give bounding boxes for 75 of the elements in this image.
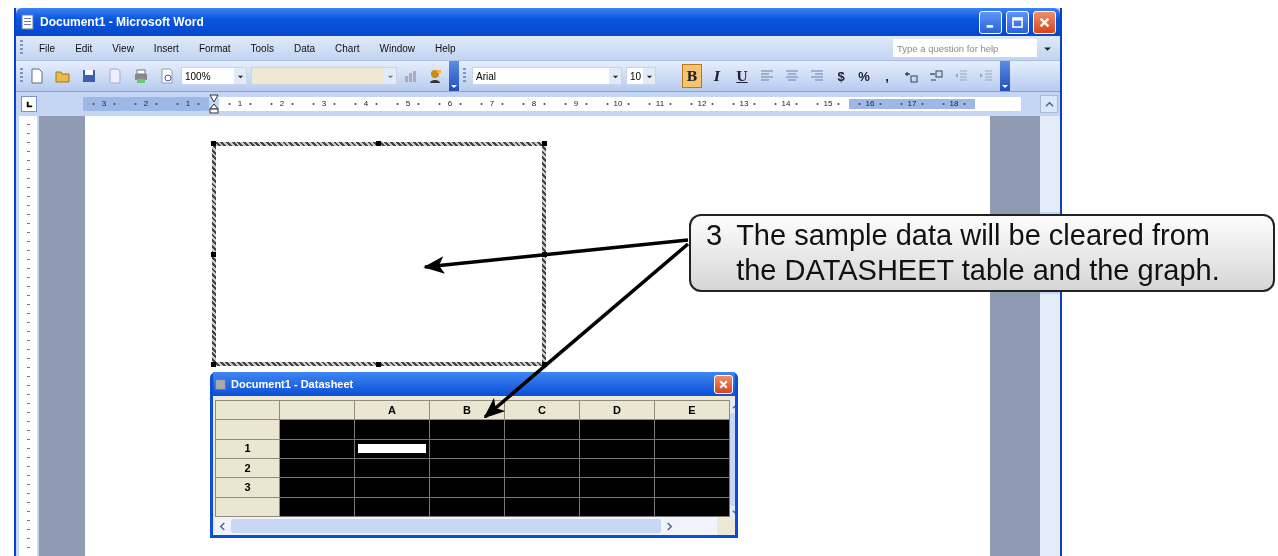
ruler-number: 3 [101, 99, 107, 109]
zoom-dropdown[interactable]: 100% [181, 67, 247, 85]
maximize-icon[interactable] [1011, 15, 1024, 29]
ruler-number: 7 [489, 99, 495, 109]
menu-item[interactable]: Help [425, 42, 466, 54]
row-header[interactable] [215, 497, 280, 517]
column-header[interactable]: C [504, 400, 580, 420]
menu-item[interactable]: Tools [240, 42, 284, 54]
ruler-number: 16 [865, 99, 875, 109]
column-header[interactable] [279, 400, 355, 420]
menu-item[interactable]: Window [369, 42, 426, 54]
window-icon [215, 378, 226, 390]
row-header[interactable] [215, 419, 280, 440]
menu-item[interactable]: Data [283, 42, 326, 54]
close-button[interactable] [714, 374, 733, 394]
font-size-dropdown[interactable]: 10 [626, 67, 656, 85]
scroll-up-button[interactable] [1040, 95, 1058, 113]
menu-item[interactable]: Insert [143, 42, 189, 54]
bold-button[interactable]: B [682, 64, 702, 88]
ruler-number: 12 [697, 99, 707, 109]
toolbar-grip[interactable] [20, 40, 23, 56]
ruler-number: 6 [447, 99, 453, 109]
toolbar-grip[interactable] [20, 68, 23, 84]
row-header[interactable]: 2 [215, 458, 280, 478]
format-button[interactable]: $ [832, 64, 850, 88]
callout-text: The sample data will be cleared from the DATASHEET table and the graph. [736, 218, 1221, 288]
format-button[interactable]: , [878, 64, 896, 88]
ruler-number: 9 [573, 99, 579, 109]
menu-item[interactable]: View [102, 42, 144, 54]
indent-marker-icon[interactable] [209, 94, 219, 114]
ruler-number: 1 [185, 99, 191, 109]
close-icon[interactable] [718, 378, 729, 390]
close-button[interactable] [1033, 10, 1056, 34]
ruler-number: 13 [739, 99, 749, 109]
italic-button[interactable]: I [707, 64, 727, 88]
ruler-number: 14 [781, 99, 791, 109]
ruler-number: 2 [279, 99, 285, 109]
header-cell[interactable] [215, 400, 280, 420]
format-button[interactable]: % [855, 64, 873, 88]
maximize-button[interactable] [1006, 10, 1029, 34]
row-header[interactable]: 1 [215, 439, 280, 459]
help-search-field[interactable]: Type a question for help [893, 39, 1037, 57]
ruler-number: 18 [949, 99, 959, 109]
ruler-number: 11 [655, 99, 665, 109]
ruler-number: 4 [363, 99, 369, 109]
close-icon[interactable] [1038, 15, 1051, 29]
underline-button[interactable]: U [732, 64, 752, 88]
window-title: Document1 - Datasheet [231, 378, 354, 390]
minimize-button[interactable] [979, 10, 1002, 34]
window-title: Document1 - Microsoft Word [40, 15, 204, 29]
menu-item[interactable]: Format [188, 42, 241, 54]
horizontal-scrollbar[interactable] [215, 517, 717, 535]
scrollbar-track[interactable] [1040, 294, 1060, 556]
font-dropdown[interactable]: Arial [472, 67, 622, 85]
document-icon [20, 14, 36, 30]
ruler-number: 10 [613, 99, 623, 109]
step-number: 3 [706, 218, 723, 253]
menu-item[interactable]: Edit [65, 42, 103, 54]
ruler-number: 17 [907, 99, 917, 109]
column-header[interactable]: E [654, 400, 730, 420]
ruler-number: 1 [237, 99, 243, 109]
ruler-number: 15 [823, 99, 833, 109]
column-header[interactable]: A [354, 400, 430, 420]
column-header[interactable]: D [579, 400, 655, 420]
ruler-number: 5 [405, 99, 411, 109]
ruler-number: 3 [321, 99, 327, 109]
scrollbar-track[interactable] [1040, 116, 1060, 212]
menu-item[interactable]: File [29, 42, 66, 54]
menu-item[interactable]: Chart [325, 42, 370, 54]
toolbar-grip[interactable] [463, 68, 466, 84]
toolbar-options-button[interactable] [1000, 61, 1010, 91]
row-header[interactable]: 3 [215, 477, 280, 498]
chart-frame[interactable] [212, 142, 546, 366]
ruler-number: 8 [531, 99, 537, 109]
ruler-number: 2 [143, 99, 149, 109]
